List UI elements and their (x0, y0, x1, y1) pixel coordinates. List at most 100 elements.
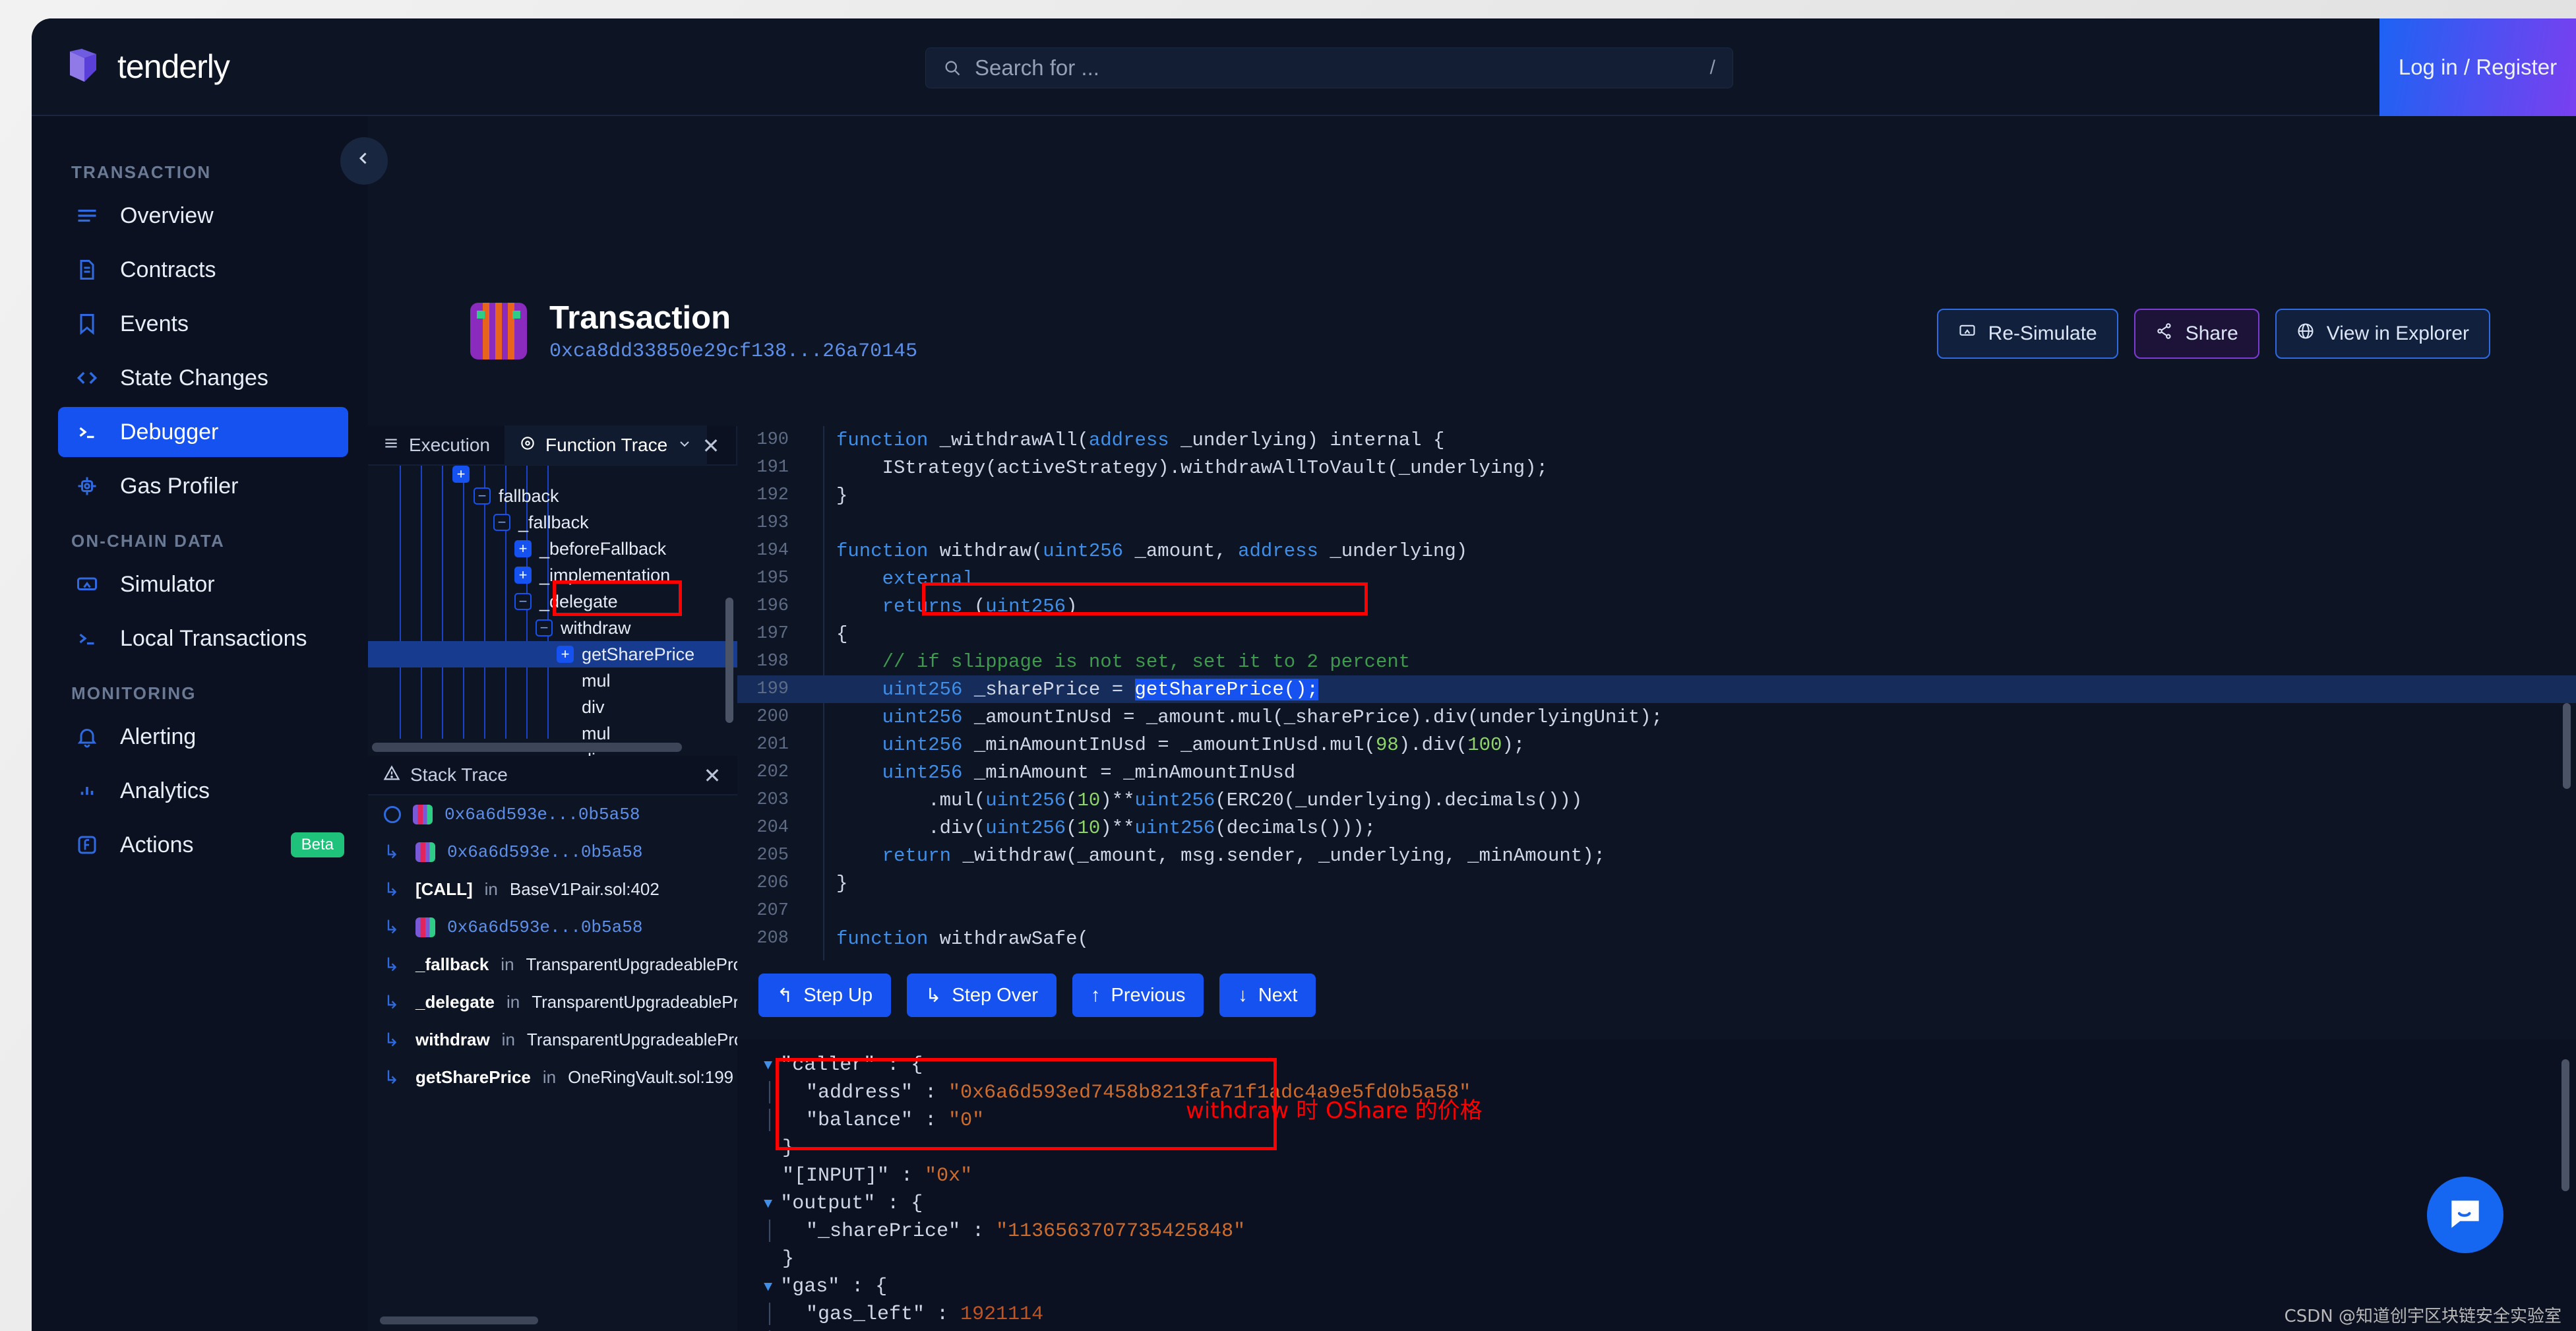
trace-vertical-scrollbar[interactable] (725, 598, 733, 723)
close-stack-panel-button[interactable]: ✕ (700, 764, 724, 788)
stack-address-link[interactable]: 0x6a6d593e...0b5a58 (447, 917, 642, 937)
tab-label: Function Trace (545, 435, 668, 455)
source-code-editor[interactable]: 190 function _withdrawAll(address _underl… (737, 426, 2576, 960)
brand-logo[interactable]: tenderly (65, 47, 230, 86)
stack-trace-list[interactable]: 0x6a6d593e...0b5a58 ↳ 0x6a6d593e...0b5a5… (368, 795, 737, 1331)
sidebar-item-overview[interactable]: Overview (58, 191, 348, 241)
collapse-toggle[interactable]: − (474, 487, 491, 505)
list-item[interactable]: ↳ [CALL] in BaseV1Pair.sol:402 (368, 871, 737, 908)
collapse-toggle[interactable]: − (514, 593, 532, 610)
sidebar-item-analytics[interactable]: Analytics (58, 766, 348, 816)
line-number: 196 (756, 596, 789, 616)
list-item[interactable]: ↳ getSharePrice in OneRingVault.sol:199 (368, 1059, 737, 1096)
trace-row-selected[interactable]: + getSharePrice (368, 641, 737, 667)
list-item[interactable]: ↳ withdraw in TransparentUpgradeableProx… (368, 1021, 737, 1059)
chat-support-button[interactable] (2427, 1177, 2503, 1253)
line-number: 204 (756, 818, 789, 838)
code-line-current[interactable]: 199 uint256 _sharePrice = getSharePrice(… (737, 675, 2576, 703)
json-line[interactable]: │ "gas_used" : 170724 (737, 1328, 2576, 1331)
code-line[interactable]: 206} (737, 869, 2576, 897)
tab-function-trace[interactable]: Function Trace (504, 425, 708, 465)
code-line[interactable]: 192} (737, 481, 2576, 509)
sidebar-item-actions[interactable]: Actions Beta (58, 820, 348, 870)
sidebar-item-simulator[interactable]: Simulator (58, 559, 348, 609)
sidebar-item-gas-profiler[interactable]: Gas Profiler (58, 461, 348, 511)
share-button[interactable]: Share (2133, 309, 2259, 359)
sidebar-item-debugger[interactable]: Debugger (58, 407, 348, 457)
list-item[interactable]: 0x6a6d593e...0b5a58 (368, 795, 737, 833)
sidebar-item-events[interactable]: Events (58, 299, 348, 349)
code-line[interactable]: 204 .div(uint256(10)**uint256(decimals()… (737, 814, 2576, 842)
json-line[interactable]: } (737, 1134, 2576, 1162)
code-line[interactable]: 198 // if slippage is not set, set it to… (737, 648, 2576, 675)
line-number: 190 (756, 430, 789, 450)
json-line[interactable]: ▼ "gas" : { (737, 1273, 2576, 1301)
view-in-explorer-button[interactable]: View in Explorer (2275, 309, 2490, 359)
code-line[interactable]: 205 return _withdraw(_amount, msg.sender… (737, 842, 2576, 869)
step-over-button[interactable]: ↳ Step Over (907, 974, 1057, 1017)
expand-toggle[interactable]: + (557, 646, 574, 663)
list-item[interactable]: ↳ _fallback in TransparentUpgradeablePro… (368, 946, 737, 983)
json-line[interactable]: │ "address" : "0x6a6d593ed7458b8213fa71f… (737, 1079, 2576, 1107)
global-search[interactable]: / (925, 47, 1733, 88)
stack-horizontal-scrollbar[interactable] (380, 1316, 538, 1324)
json-line[interactable]: ▼ "output" : { (737, 1190, 2576, 1218)
trace-horizontal-scrollbar[interactable] (372, 743, 682, 752)
code-line[interactable]: 197 { (737, 620, 2576, 648)
code-line[interactable]: 190 function _withdrawAll(address _underl… (737, 426, 2576, 454)
re-simulate-button[interactable]: Re-Simulate (1936, 309, 2118, 359)
json-line[interactable]: ▼ "caller" : { (737, 1051, 2576, 1079)
json-line[interactable]: │ "balance" : "0" (737, 1107, 2576, 1134)
code-line[interactable]: 191 IStrategy(activeStrategy).withdrawAl… (737, 454, 2576, 481)
caret-down-icon[interactable]: ▼ (764, 1196, 772, 1212)
expand-toggle[interactable]: + (452, 466, 470, 483)
chevron-down-icon[interactable] (677, 435, 692, 456)
collapse-toggle[interactable]: − (493, 514, 510, 531)
button-label: Previous (1111, 984, 1186, 1006)
code-line[interactable]: 194 function withdraw(uint256 _amount, ad… (737, 537, 2576, 565)
sidebar-item-contracts[interactable]: Contracts (58, 245, 348, 295)
json-line[interactable]: │ "_sharePrice" : "1136563707735425848" (737, 1218, 2576, 1245)
expand-toggle[interactable]: + (514, 567, 532, 584)
sidebar-collapse-button[interactable] (340, 137, 388, 185)
json-output-viewer[interactable]: ▼ "caller" : {│ "address" : "0x6a6d593ed7… (737, 1039, 2576, 1331)
sidebar-item-alerting[interactable]: Alerting (58, 712, 348, 762)
close-trace-panel-button[interactable]: ✕ (699, 434, 723, 458)
next-button[interactable]: ↓ Next (1219, 974, 1316, 1017)
list-item[interactable]: ↳ 0x6a6d593e...0b5a58 (368, 908, 737, 946)
json-line[interactable]: "[INPUT]" : "0x" (737, 1162, 2576, 1190)
list-item[interactable]: ↳ _delegate in TransparentUpgradeablePro… (368, 983, 737, 1021)
code-line[interactable]: 207 (737, 897, 2576, 925)
code-line[interactable]: 193 (737, 509, 2576, 537)
code-line[interactable]: 208 function withdrawSafe( (737, 925, 2576, 952)
stack-address-link[interactable]: 0x6a6d593e...0b5a58 (445, 805, 640, 824)
caret-down-icon[interactable]: ▼ (764, 1279, 772, 1295)
collapse-toggle[interactable]: − (536, 619, 553, 636)
expand-toggle[interactable]: + (514, 540, 532, 557)
list-item[interactable]: ↳ 0x6a6d593e...0b5a58 (368, 833, 737, 871)
code-line[interactable]: 203 .mul(uint256(10)**uint256(ERC20(_und… (737, 786, 2576, 814)
transaction-hash[interactable]: 0xca8dd33850e29cf138...26a70145 (549, 340, 917, 363)
code-line[interactable]: 201 uint256 _minAmountInUsd = _amountInU… (737, 731, 2576, 758)
code-line[interactable]: 202 uint256 _minAmount = _minAmountInUsd (737, 758, 2576, 786)
sidebar-item-local-transactions[interactable]: Local Transactions (58, 613, 348, 664)
button-label: Share (2185, 323, 2238, 344)
tab-execution[interactable]: Execution (368, 425, 505, 465)
login-register-button[interactable]: Log in / Register (2379, 18, 2576, 116)
previous-button[interactable]: ↑ Previous (1072, 974, 1204, 1017)
search-input[interactable] (975, 55, 1710, 80)
code-line[interactable]: 195 external (737, 565, 2576, 592)
code-vertical-scrollbar[interactable] (2563, 703, 2571, 789)
address-avatar-icon (415, 842, 435, 862)
sidebar-item-state-changes[interactable]: State Changes (58, 353, 348, 403)
function-trace-tree[interactable]: + − fallback − _fallback + _beforeFallba… (368, 466, 737, 756)
code-line[interactable]: 200 uint256 _amountInUsd = _amount.mul(_… (737, 703, 2576, 731)
stack-trace-panel: Stack Trace ✕ 0x6a6d593e...0b5a58 ↳ 0x6a… (368, 756, 737, 1331)
json-vertical-scrollbar[interactable] (2561, 1059, 2569, 1191)
caret-down-icon[interactable]: ▼ (764, 1057, 772, 1074)
stack-address-link[interactable]: 0x6a6d593e...0b5a58 (447, 842, 642, 862)
step-up-button[interactable]: ↰ Step Up (758, 974, 892, 1017)
document-icon (74, 257, 100, 283)
json-line[interactable]: } (737, 1245, 2576, 1273)
code-line[interactable]: 196 returns (uint256) (737, 592, 2576, 620)
